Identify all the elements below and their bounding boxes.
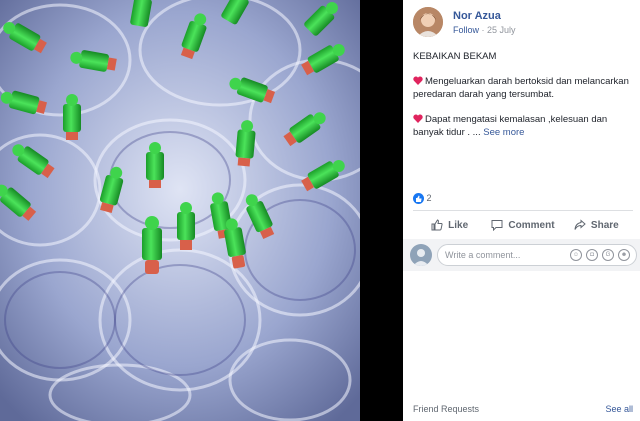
friend-requests-bar: Friend Requests See all — [413, 404, 633, 414]
post-paragraph-2: Dapat mengatasi kemalasan ,kelesuan dan … — [413, 113, 633, 139]
like-label: Like — [448, 219, 469, 231]
sticker-icon[interactable]: ☻ — [618, 249, 630, 261]
heart-icon — [413, 114, 423, 123]
author-avatar[interactable] — [413, 7, 443, 37]
divider — [413, 210, 633, 211]
see-more-link[interactable]: See more — [483, 127, 524, 138]
reaction-summary[interactable]: 2 — [413, 193, 432, 205]
composer-icons: ☺ ◘ G ☻ — [570, 249, 630, 261]
reaction-count: 2 — [426, 193, 432, 203]
follow-link[interactable]: Follow — [453, 25, 479, 35]
share-icon — [574, 219, 586, 230]
thumbs-up-icon — [431, 219, 443, 231]
comment-label: Comment — [508, 219, 555, 231]
comment-input[interactable]: Write a comment... ☺ ◘ G ☻ — [437, 244, 637, 266]
comment-button[interactable]: Comment — [486, 214, 559, 236]
post-header: Nor Azua Follow · 25 July — [413, 7, 633, 41]
photo-viewer: Nor Azua Follow · 25 July KEBAIKAN BEKAM… — [0, 0, 640, 421]
post-title: KEBAIKAN BEKAM — [413, 51, 497, 62]
post-paragraph-1: Mengeluarkan darah bertoksid dan melanca… — [413, 75, 633, 101]
viewer-avatar[interactable] — [410, 244, 432, 266]
like-reaction-icon — [413, 193, 424, 205]
post-actions: Like Comment Share — [413, 214, 633, 236]
emoji-icon[interactable]: ☺ — [570, 249, 582, 261]
post-side-panel: Nor Azua Follow · 25 July KEBAIKAN BEKAM… — [403, 0, 640, 421]
camera-icon[interactable]: ◘ — [586, 249, 598, 261]
heart-icon — [413, 76, 423, 85]
share-button[interactable]: Share — [560, 214, 633, 236]
share-label: Share — [590, 219, 619, 231]
comment-composer: Write a comment... ☺ ◘ G ☻ — [403, 239, 640, 271]
comment-icon — [491, 220, 503, 231]
cupping-set-photo — [0, 0, 360, 421]
like-button[interactable]: Like — [413, 214, 486, 236]
photo-area[interactable] — [0, 0, 403, 421]
author-name[interactable]: Nor Azua — [453, 10, 501, 22]
see-all-link[interactable]: See all — [605, 404, 633, 414]
comment-placeholder: Write a comment... — [445, 250, 521, 260]
paragraph-1-text: Mengeluarkan darah bertoksid dan melanca… — [413, 76, 629, 100]
friend-requests-label: Friend Requests — [413, 404, 480, 414]
gif-icon[interactable]: G — [602, 249, 614, 261]
post-meta: Follow · 25 July — [453, 25, 516, 35]
post-date[interactable]: 25 July — [487, 25, 516, 35]
